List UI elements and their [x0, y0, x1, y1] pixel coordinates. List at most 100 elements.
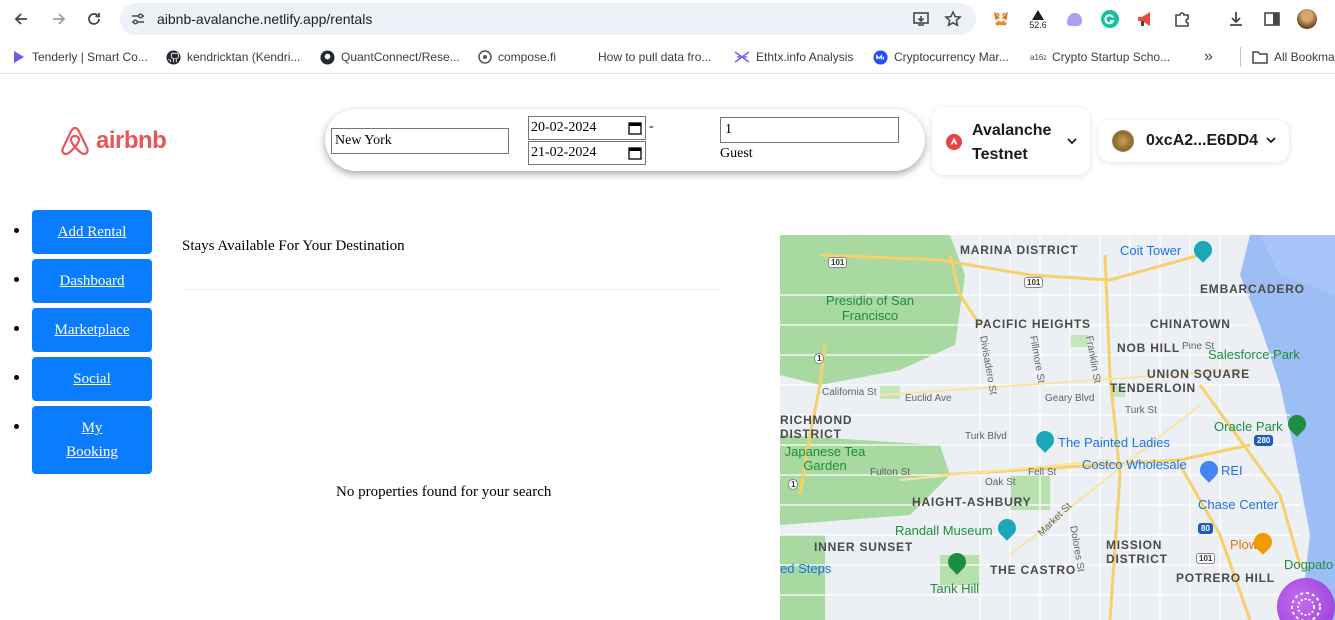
checkin-date-input[interactable]: 20-02-2024 — [528, 116, 646, 140]
avalanche-icon — [946, 134, 962, 150]
map-label-chinatown: CHINATOWN — [1150, 317, 1231, 331]
bookmark-item[interactable]: How to pull data fro... — [578, 48, 711, 66]
bookmark-label: Tenderly | Smart Co... — [32, 50, 148, 64]
bookmark-item[interactable]: Cryptocurrency Mar... — [873, 48, 1009, 66]
downloads-icon[interactable] — [1225, 8, 1247, 30]
map-label-steps: ed Steps — [780, 561, 832, 576]
map-label-tank-hill: Tank Hill — [930, 581, 980, 596]
map-label-mission-district: MISSION DISTRICT — [1106, 538, 1168, 566]
chat-widget-button[interactable] — [1277, 578, 1335, 620]
map-label-fell-st: Fell St — [1028, 467, 1057, 478]
map-label-embarcadero: EMBARCADERO — [1200, 282, 1305, 296]
guests-label: Guest — [720, 146, 753, 161]
calendar-icon[interactable] — [628, 121, 642, 135]
marketplace-button[interactable]: Marketplace — [32, 308, 152, 352]
search-bar: New York 20-02-2024 - 21-02-2024 1 Guest — [325, 109, 925, 171]
bookmark-item[interactable]: a16z Crypto Startup Scho... — [1030, 48, 1170, 66]
bookmark-item[interactable]: compose.fi — [478, 48, 556, 66]
list-bullet — [14, 277, 19, 282]
logo-text: airbnb — [96, 127, 167, 154]
content-divider — [182, 289, 720, 290]
grammarly-icon[interactable] — [1099, 8, 1121, 30]
map-label-turk-st: Turk St — [1125, 405, 1157, 416]
checkin-date-value: 20-02-2024 — [531, 120, 597, 135]
map-label-presidio: Presidio of San Francisco — [825, 293, 915, 323]
profile-avatar[interactable] — [1296, 8, 1318, 30]
calendar-icon[interactable] — [628, 146, 642, 160]
location-input[interactable]: New York — [331, 128, 509, 154]
chevron-double-right-icon: » — [1204, 48, 1213, 65]
compose-icon — [478, 50, 492, 64]
bookmark-item[interactable]: Ethtx.info Analysis — [734, 48, 853, 66]
extension-badge: 52.6 — [1029, 20, 1047, 30]
svg-text:a16z: a16z — [1030, 53, 1046, 62]
bookmark-label: How to pull data fro... — [598, 50, 712, 64]
date-separator: - — [649, 119, 654, 134]
metamask-icon[interactable] — [990, 8, 1012, 30]
bookmark-label: compose.fi — [498, 50, 557, 64]
list-bullet — [14, 326, 19, 331]
arrow-right-icon — [53, 13, 66, 25]
side-panel-icon[interactable] — [1261, 8, 1283, 30]
list-bullet — [14, 375, 19, 380]
bookmark-star-icon[interactable] — [944, 10, 962, 28]
map-label-euclid-ave: Euclid Ave — [905, 393, 952, 404]
map-label-rei: REI — [1221, 463, 1243, 478]
map-label-oak-st: Oak St — [985, 477, 1016, 488]
checkout-date-input[interactable]: 21-02-2024 — [528, 141, 646, 165]
a16z-icon: a16z — [1030, 53, 1046, 62]
extension-badge-button[interactable]: 52.6 — [1027, 6, 1049, 34]
map-label-oracle-park: Oracle Park — [1214, 419, 1283, 434]
highway-101-shield-icon: 101 — [828, 257, 848, 268]
chevron-down-icon — [1067, 138, 1077, 145]
checkout-date-value: 21-02-2024 — [531, 145, 597, 160]
map-label-haight-ashbury: HAIGHT-ASHBURY — [912, 495, 1032, 509]
map-label-nob-hill: NOB HILL — [1117, 341, 1181, 355]
network-selector-button[interactable]: Avalanche Testnet — [932, 107, 1090, 175]
map-label-geary-blvd: Geary Blvd — [1045, 393, 1095, 404]
dashboard-button[interactable]: Dashboard — [32, 259, 152, 303]
more-bookmarks-button[interactable]: » — [1204, 48, 1213, 66]
address-bar[interactable]: aibnb-avalanche.netlify.app/rentals — [120, 3, 976, 35]
list-bullet — [14, 424, 19, 429]
map-label-costco: Costco Wholesale — [1082, 457, 1187, 472]
blank-page-icon — [578, 50, 592, 64]
map-label-dogpatch: Dogpato — [1284, 557, 1334, 572]
forward-button[interactable] — [48, 8, 70, 30]
map-label-tenderloin: TENDERLOIN — [1110, 381, 1196, 395]
account-button[interactable]: 0xcA2...E6DD4 — [1098, 120, 1289, 162]
folder-icon — [1252, 51, 1268, 64]
add-rental-button[interactable]: Add Rental — [32, 210, 152, 254]
map-label-salesforce-park: Salesforce Park — [1208, 347, 1300, 362]
install-app-icon[interactable] — [912, 10, 930, 28]
chevron-down-icon — [1266, 137, 1276, 144]
extensions-puzzle-icon[interactable] — [1171, 8, 1193, 30]
megaphone-icon[interactable] — [1135, 8, 1157, 30]
bookmark-item[interactable]: QuantConnect/Rese... — [320, 48, 460, 66]
airbnb-logo[interactable]: airbnb — [58, 124, 167, 158]
url-text: aibnb-avalanche.netlify.app/rentals — [157, 11, 373, 27]
all-bookmarks-button[interactable]: All Bookmarks — [1252, 48, 1335, 66]
ghost-extension-icon[interactable] — [1063, 8, 1085, 30]
site-settings-icon[interactable] — [130, 11, 146, 27]
map-label-fulton-st: Fulton St — [870, 467, 911, 478]
spiral-icon — [1291, 592, 1321, 620]
social-button[interactable]: Social — [32, 357, 152, 401]
browser-toolbar: aibnb-avalanche.netlify.app/rentals 52.6 — [0, 0, 1335, 38]
github-icon — [320, 49, 335, 65]
all-bookmarks-label: All Bookmarks — [1274, 50, 1335, 64]
bookmark-label: Ethtx.info Analysis — [756, 50, 854, 64]
my-booking-button[interactable]: My Booking — [32, 406, 152, 474]
bookmark-item[interactable]: Tenderly | Smart Co... — [12, 48, 148, 66]
bookmark-item[interactable]: kendricktan (Kendri... — [166, 48, 300, 66]
empty-results-message: No properties found for your search — [336, 484, 552, 500]
back-button[interactable] — [10, 8, 32, 30]
guests-input[interactable]: 1 — [720, 117, 899, 143]
map-view[interactable]: MARINA DISTRICT Coit Tower EMBARCADERO P… — [780, 235, 1335, 620]
map-label-california-st: California St — [822, 387, 877, 398]
arrow-left-icon — [14, 13, 27, 25]
reload-button[interactable] — [83, 8, 105, 30]
map-label-randall-museum: Randall Museum — [895, 523, 993, 538]
map-label-union-square: UNION SQUARE — [1147, 367, 1250, 381]
tenderly-icon — [14, 51, 24, 63]
